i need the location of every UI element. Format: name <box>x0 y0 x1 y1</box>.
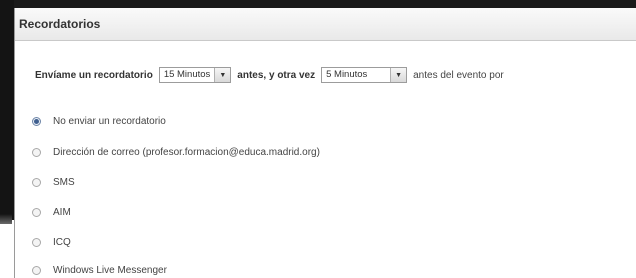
radio-button[interactable] <box>32 265 41 275</box>
option-label: SMS <box>53 176 75 188</box>
reminder-label-suffix: antes del evento por <box>413 69 504 81</box>
second-reminder-value: 5 Minutos <box>326 69 368 80</box>
option-label: Dirección de correo (profesor.formacion@… <box>53 146 320 158</box>
option-aim[interactable]: AIM <box>32 204 71 220</box>
reminder-label-prefix: Envíame un recordatorio <box>35 69 153 81</box>
reminders-panel <box>14 0 636 278</box>
first-reminder-value: 15 Minutos <box>163 69 211 80</box>
radio-button[interactable] <box>32 147 41 157</box>
window-frame-left <box>0 0 14 220</box>
radio-dot-icon <box>34 118 39 124</box>
option-email[interactable]: Dirección de correo (profesor.formacion@… <box>32 144 320 160</box>
section-header: Recordatorios <box>15 8 636 41</box>
radio-button-selected[interactable] <box>32 116 41 126</box>
option-no-reminder[interactable]: No enviar un recordatorio <box>32 113 166 129</box>
reminder-settings-row: Envíame un recordatorio 15 Minutos ▼ ant… <box>35 66 504 84</box>
option-label: ICQ <box>53 236 71 248</box>
radio-button[interactable] <box>32 207 41 217</box>
chevron-down-icon: ▼ <box>219 71 227 79</box>
second-reminder-dropdown-button[interactable]: ▼ <box>390 68 407 82</box>
second-reminder-select[interactable]: 5 Minutos ▼ <box>321 67 408 83</box>
first-reminder-dropdown-button[interactable]: ▼ <box>214 68 231 82</box>
option-label: AIM <box>53 206 71 218</box>
radio-button[interactable] <box>32 177 41 187</box>
window-frame-shadow <box>0 214 12 224</box>
chevron-down-icon: ▼ <box>395 71 403 79</box>
option-label: Windows Live Messenger <box>53 264 167 276</box>
window-frame-top <box>14 0 636 8</box>
first-reminder-select[interactable]: 15 Minutos ▼ <box>158 67 232 83</box>
section-title: Recordatorios <box>19 17 101 31</box>
option-icq[interactable]: ICQ <box>32 234 71 250</box>
reminder-label-middle: antes, y otra vez <box>237 69 316 81</box>
option-windows-live-messenger[interactable]: Windows Live Messenger <box>32 262 167 278</box>
radio-button[interactable] <box>32 237 41 247</box>
option-sms[interactable]: SMS <box>32 174 75 190</box>
option-label: No enviar un recordatorio <box>53 115 166 127</box>
